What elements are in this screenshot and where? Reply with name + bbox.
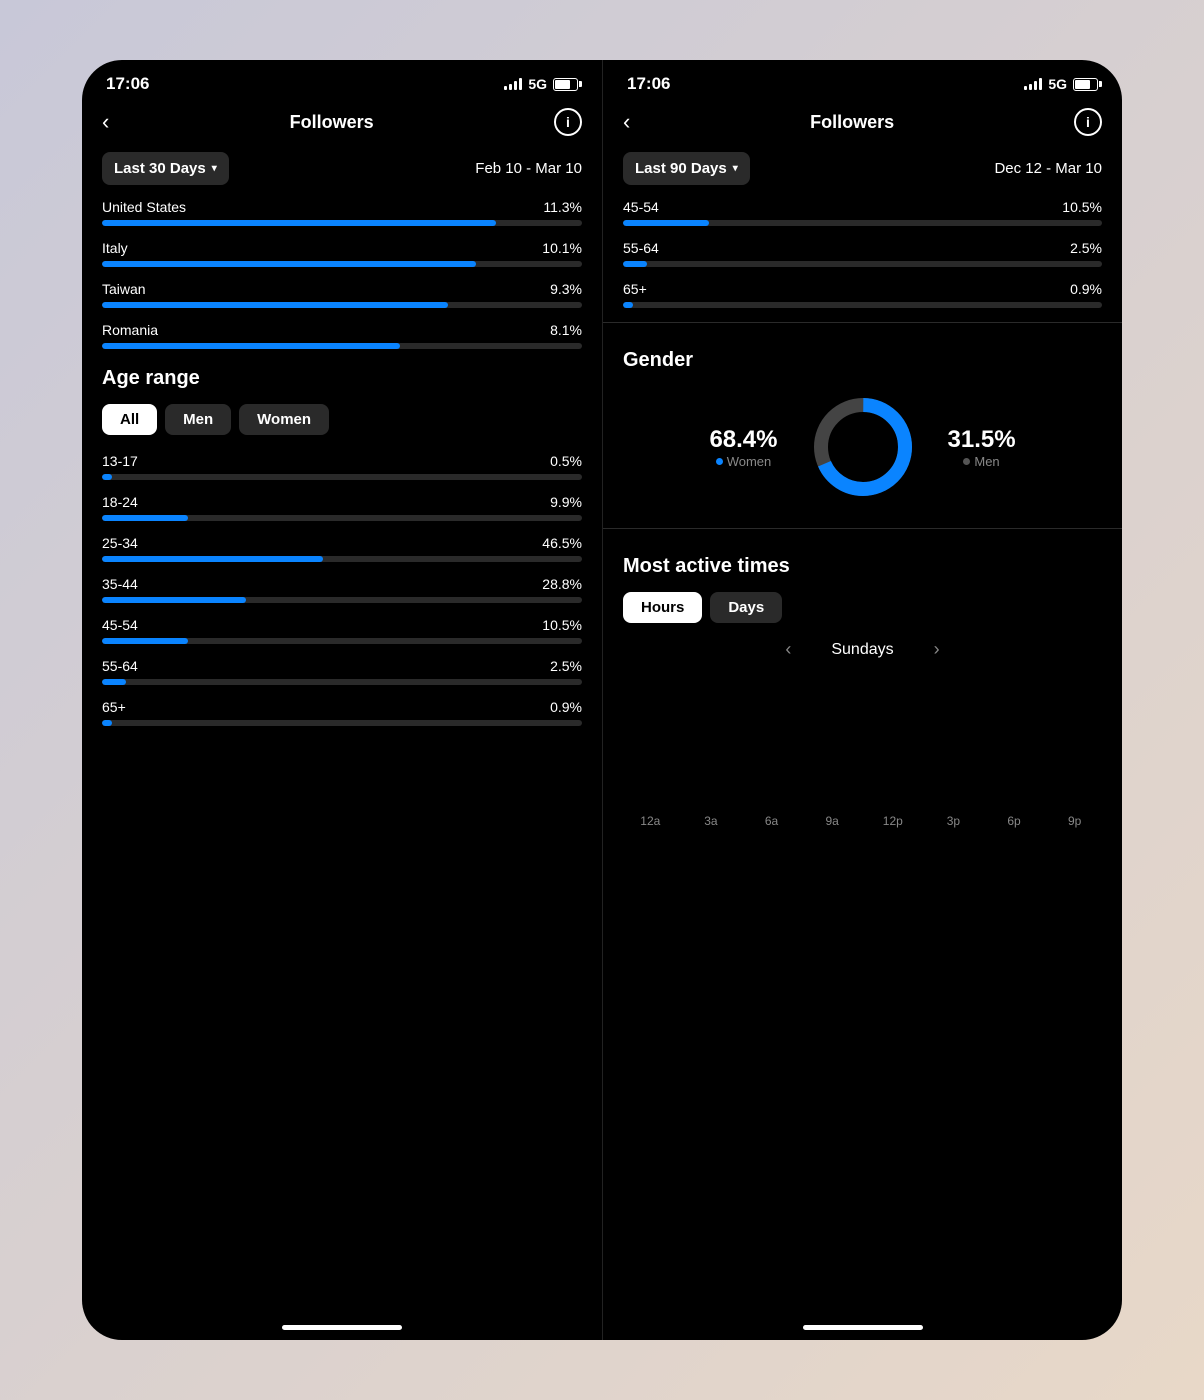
right-chart-label-9p: 9p [1047, 812, 1102, 830]
right-dropdown-arrow-icon: ▾ [733, 163, 738, 174]
right-signal-icon [1024, 78, 1042, 90]
left-bar-fill-3 [102, 343, 400, 349]
left-age-range-section: Age range All Men Women 13-17 0.5% 18-24… [82, 367, 602, 726]
right-gender-title: Gender [623, 349, 1102, 372]
right-most-active-section: Most active times Hours Days ‹ Sundays › [603, 539, 1122, 830]
left-status-bar: 17:06 5G [82, 60, 602, 100]
right-most-active-title: Most active times [623, 555, 1102, 578]
right-chart-label-12p: 12p [866, 812, 921, 830]
right-network: 5G [1048, 76, 1067, 92]
right-tab-hours[interactable]: Hours [623, 592, 702, 623]
right-age-bar-5564: 55-64 2.5% [623, 240, 1102, 267]
right-divider-1 [603, 322, 1122, 323]
left-bar-track-2 [102, 302, 582, 308]
right-women-dot [716, 458, 723, 465]
right-age-bar-65plus: 65+ 0.9% [623, 281, 1102, 308]
left-signal-icon [504, 78, 522, 90]
left-tab-all[interactable]: All [102, 404, 157, 435]
left-bar-track-3 [102, 343, 582, 349]
right-status-bar: 17:06 5G [603, 60, 1122, 100]
left-page-title: Followers [290, 112, 374, 133]
left-age-bar-2: 25-34 46.5% [102, 535, 582, 562]
right-battery-icon [1073, 78, 1098, 91]
left-phone: 17:06 5G ‹ Followers i [82, 60, 602, 1340]
left-tab-women[interactable]: Women [239, 404, 329, 435]
right-women-label: 68.4% Women [709, 426, 777, 469]
left-date-range-text: Feb 10 - Mar 10 [475, 160, 582, 177]
left-tab-men[interactable]: Men [165, 404, 231, 435]
left-country-taiwan: Taiwan 9.3% [102, 281, 582, 308]
left-date-range-bar: Last 30 Days ▾ Feb 10 - Mar 10 [82, 148, 602, 199]
right-chart-bars-container [623, 676, 1102, 806]
left-countries-section: United States 11.3% Italy 10.1% Taiwan [82, 199, 602, 349]
left-age-bar-0: 13-17 0.5% [102, 453, 582, 480]
right-nav-header: ‹ Followers i [603, 100, 1122, 148]
left-date-dropdown[interactable]: Last 30 Days ▾ [102, 152, 229, 185]
right-gender-donut-chart [808, 392, 918, 502]
right-chart-label-3a: 3a [684, 812, 739, 830]
left-age-bar-3: 35-44 28.8% [102, 576, 582, 603]
right-chart-label-6p: 6p [987, 812, 1042, 830]
right-men-label: 31.5% Men [948, 426, 1016, 469]
right-date-range-bar: Last 90 Days ▾ Dec 12 - Mar 10 [603, 148, 1122, 199]
right-age-bar-4554: 45-54 10.5% [623, 199, 1102, 226]
right-divider-2 [603, 528, 1122, 529]
right-men-dot [963, 458, 970, 465]
left-bar-track-1 [102, 261, 582, 267]
right-page-title: Followers [810, 112, 894, 133]
right-time-toggle-group: Hours Days [623, 592, 1102, 623]
right-chart-label-3p: 3p [926, 812, 981, 830]
left-bar-fill-1 [102, 261, 476, 267]
left-bar-track-0 [102, 220, 582, 226]
left-status-icons: 5G [504, 76, 578, 92]
right-gender-chart: 68.4% Women [623, 392, 1102, 502]
right-home-indicator [803, 1325, 923, 1330]
right-chart-label-9a: 9a [805, 812, 860, 830]
left-age-bar-4: 45-54 10.5% [102, 617, 582, 644]
right-date-dropdown[interactable]: Last 90 Days ▾ [623, 152, 750, 185]
left-age-bar-1: 18-24 9.9% [102, 494, 582, 521]
right-time: 17:06 [627, 74, 670, 94]
right-chart-labels: 12a 3a 6a 9a 12p 3p 6p 9p [623, 806, 1102, 830]
right-status-icons: 5G [1024, 76, 1098, 92]
left-nav-header: ‹ Followers i [82, 100, 602, 148]
left-home-indicator [282, 1325, 402, 1330]
right-day-nav: ‹ Sundays › [623, 639, 1102, 660]
left-info-button[interactable]: i [554, 108, 582, 136]
right-day-label: Sundays [831, 641, 893, 659]
left-dropdown-arrow-icon: ▾ [212, 163, 217, 174]
left-battery-icon [553, 78, 578, 91]
left-network: 5G [528, 76, 547, 92]
right-bar-chart: 12a 3a 6a 9a 12p 3p 6p 9p [623, 676, 1102, 830]
left-bar-fill-0 [102, 220, 496, 226]
left-back-button[interactable]: ‹ [102, 109, 109, 135]
left-age-range-title: Age range [102, 367, 582, 390]
right-day-prev-button[interactable]: ‹ [785, 639, 791, 660]
right-info-button[interactable]: i [1074, 108, 1102, 136]
right-chart-label-12a: 12a [623, 812, 678, 830]
left-age-bar-5: 55-64 2.5% [102, 658, 582, 685]
right-day-next-button[interactable]: › [934, 639, 940, 660]
left-age-toggle-group: All Men Women [102, 404, 582, 435]
left-country-italy: Italy 10.1% [102, 240, 582, 267]
left-time: 17:06 [106, 74, 149, 94]
left-age-bar-6: 65+ 0.9% [102, 699, 582, 726]
right-back-button[interactable]: ‹ [623, 109, 630, 135]
right-gender-section: Gender 68.4% Women [603, 333, 1122, 518]
left-country-united-states: United States 11.3% [102, 199, 582, 226]
right-tab-days[interactable]: Days [710, 592, 782, 623]
left-country-romania: Romania 8.1% [102, 322, 582, 349]
right-chart-label-6a: 6a [744, 812, 799, 830]
right-age-bars-continued: 45-54 10.5% 55-64 2.5% 65+ 0.9% [603, 199, 1122, 308]
left-bar-fill-2 [102, 302, 448, 308]
right-date-range-text: Dec 12 - Mar 10 [994, 160, 1102, 177]
right-phone: 17:06 5G ‹ Followers i [602, 60, 1122, 1340]
